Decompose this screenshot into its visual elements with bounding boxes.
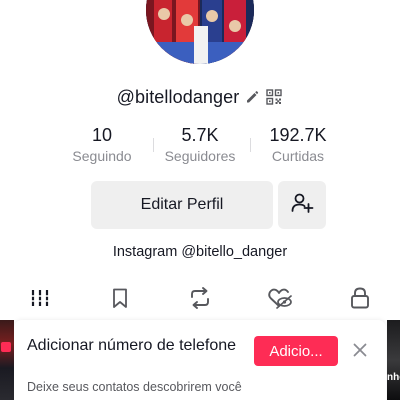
pencil-icon[interactable]	[243, 88, 261, 106]
stat-likes[interactable]: 192.7K Curtidas	[253, 124, 343, 166]
stat-followers[interactable]: 5.7K Seguidores	[155, 124, 245, 166]
avatar-image	[146, 0, 254, 64]
tab-liked[interactable]	[264, 284, 296, 316]
stat-followers-value: 5.7K	[181, 125, 219, 145]
tab-private[interactable]	[344, 284, 376, 316]
profile-tabs	[0, 282, 400, 318]
profile-stats: 10 Seguindo 5.7K Seguidores 192.7K Curti…	[0, 124, 400, 168]
stat-divider	[250, 138, 251, 152]
add-phone-button[interactable]: Adicio...	[254, 336, 338, 366]
tab-reposts[interactable]	[184, 284, 216, 316]
stat-divider	[153, 138, 154, 152]
repost-icon	[188, 286, 212, 315]
stat-following-value: 10	[91, 125, 113, 145]
video-thumbnail[interactable]: nhe	[387, 320, 400, 400]
grid-icon	[29, 287, 51, 314]
stat-following-label: Seguindo	[72, 148, 132, 164]
tab-videos[interactable]	[24, 284, 56, 316]
username: @bitellodanger	[116, 86, 240, 107]
pinned-badge	[1, 342, 11, 352]
add-user-icon	[290, 191, 314, 220]
stat-following[interactable]: 10 Seguindo	[57, 124, 147, 166]
lock-icon	[349, 286, 371, 315]
stat-followers-label: Seguidores	[164, 148, 236, 164]
close-icon[interactable]	[350, 340, 370, 360]
bookmark-icon	[109, 287, 131, 314]
add-phone-banner: Adicionar número de telefone Deixe seus …	[14, 320, 386, 400]
profile-screen: @bitellodanger 10 Seguindo 5.7K Seguidor…	[0, 0, 400, 400]
profile-avatar[interactable]	[146, 0, 254, 64]
username-row: @bitellodanger	[0, 84, 400, 110]
banner-subtitle: Deixe seus contatos descobrirem você no …	[27, 380, 242, 400]
video-thumbnail[interactable]	[0, 320, 14, 400]
stat-likes-value: 192.7K	[269, 125, 327, 145]
thumbnail-caption: nhe	[387, 372, 400, 383]
stat-likes-label: Curtidas	[271, 148, 325, 164]
add-friend-button[interactable]	[278, 181, 326, 229]
bio-link[interactable]: Instagram @bitello_danger	[0, 244, 400, 260]
edit-profile-button[interactable]: Editar Perfil	[91, 181, 273, 229]
qr-code-icon[interactable]	[265, 88, 283, 106]
tab-saved[interactable]	[104, 284, 136, 316]
banner-title: Adicionar número de telefone	[27, 337, 237, 354]
liked-heart-icon	[267, 286, 293, 315]
